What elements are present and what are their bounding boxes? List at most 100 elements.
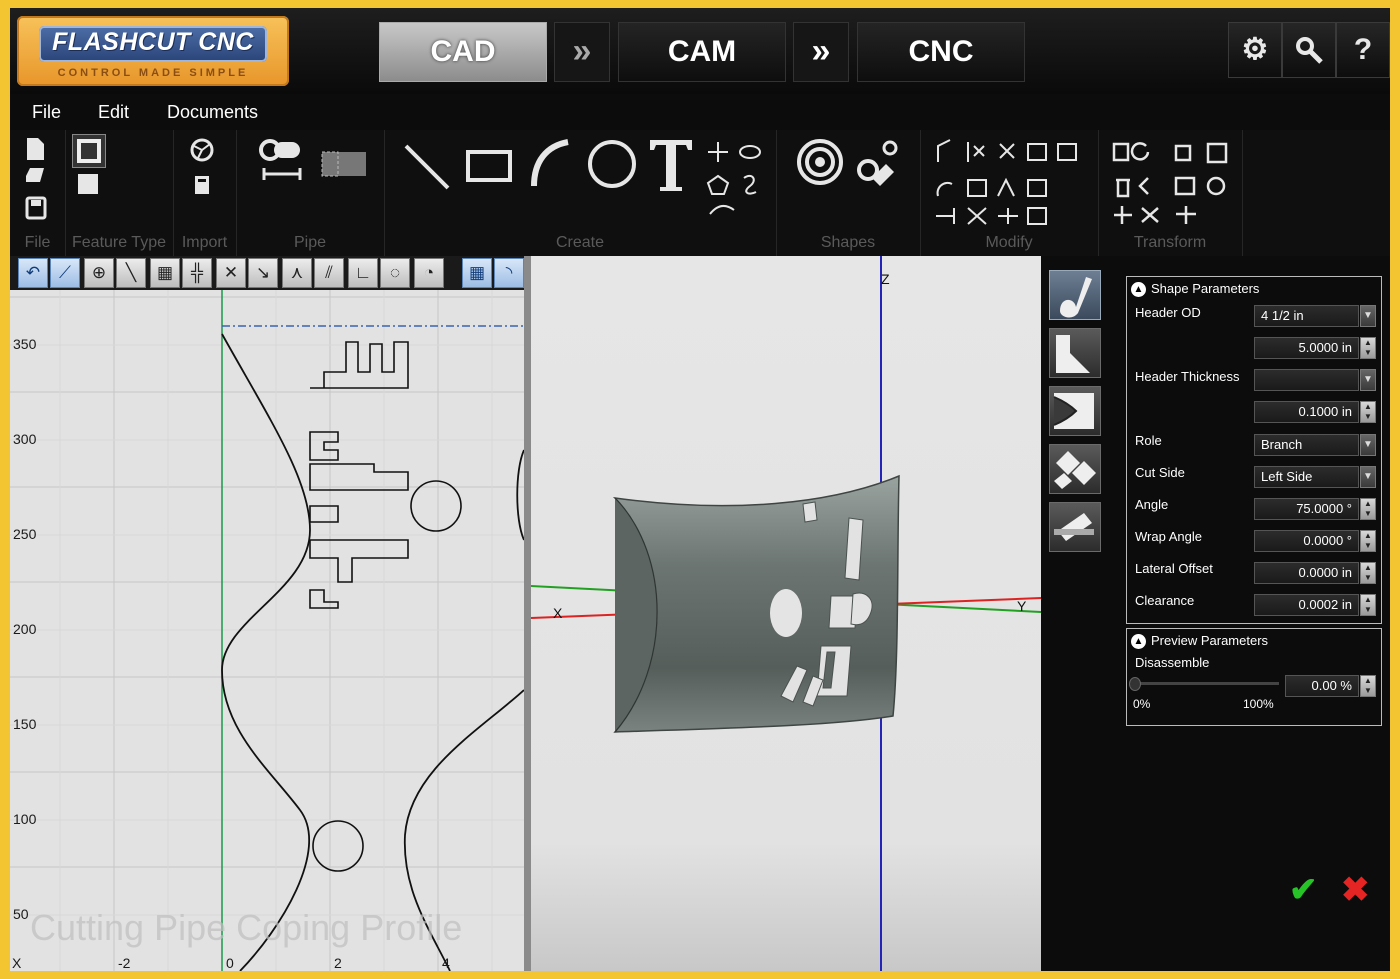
pipe-tool-icon[interactable] [258, 138, 306, 186]
snap-parallel-icon[interactable]: ⫽ [314, 258, 344, 288]
x-tick-label: 2 [334, 955, 342, 971]
wrap-angle-label: Wrap Angle [1135, 529, 1202, 544]
snap-nearest-icon[interactable]: ◔ [414, 258, 444, 288]
shape-saddle-button[interactable] [1049, 270, 1101, 320]
shape-fishmouth-button[interactable] [1049, 386, 1101, 436]
shape-miter-button[interactable] [1049, 328, 1101, 378]
chevron-down-icon[interactable]: ▼ [1360, 466, 1376, 488]
spinner-icon[interactable]: ▲ ▼ [1360, 337, 1376, 359]
slot-icon [1054, 513, 1094, 541]
preview-parameters-header[interactable]: ▲ Preview Parameters [1131, 633, 1268, 650]
settings-gear-icon[interactable]: ⚙ [1228, 22, 1282, 78]
tab-cad[interactable]: CAD [379, 22, 547, 82]
header-od-input[interactable]: 5.0000 in [1254, 337, 1359, 359]
shape-cluster-button[interactable] [1049, 444, 1101, 494]
ok-button[interactable]: ✔ [1289, 870, 1318, 910]
spinner-icon[interactable]: ▲ ▼ [1360, 401, 1376, 423]
text-tool-icon[interactable] [648, 136, 694, 192]
logo-tagline: CONTROL MADE SIMPLE [57, 67, 249, 79]
view-3d-canvas[interactable]: X Y Z [531, 256, 1041, 971]
disassemble-slider-track[interactable] [1133, 682, 1279, 685]
key-icon[interactable] [1282, 22, 1336, 78]
ribbon-group-transform: Transform [1098, 130, 1243, 256]
ribbon-label-pipe: Pipe [293, 234, 327, 251]
view-splitter[interactable] [524, 256, 531, 971]
menu-edit[interactable]: Edit [98, 102, 129, 123]
curve-snap-icon[interactable]: ◝ [494, 258, 524, 288]
chevron-down-icon[interactable]: ▼ [1360, 305, 1376, 327]
cut-side-select[interactable]: Left Side [1254, 466, 1359, 488]
ribbon-group-shapes: Shapes [776, 130, 921, 256]
snap-center-icon[interactable]: ⊕ [84, 258, 114, 288]
shape-slot-button[interactable] [1049, 502, 1101, 552]
spinner-icon[interactable]: ▲ ▼ [1360, 594, 1376, 616]
pipe-profile-icon[interactable] [320, 148, 368, 180]
role-select[interactable]: Branch [1254, 434, 1359, 456]
line-tool-icon[interactable] [402, 142, 452, 192]
pipe-3d-model: X Y Z [531, 256, 1041, 971]
cluster-icon [1054, 451, 1096, 489]
wrap-angle-input[interactable]: 0.0000 ° [1254, 530, 1359, 552]
angle-label: Angle [1135, 497, 1169, 512]
y-tick-label: 150 [13, 716, 37, 732]
snap-orthogonal-icon[interactable]: ∟ [348, 258, 378, 288]
snap-midpoint-icon[interactable]: ⋏ [282, 258, 312, 288]
tab-cnc[interactable]: CNC [857, 22, 1025, 82]
shape-parameters-header[interactable]: ▲ Shape Parameters [1131, 281, 1259, 298]
disassemble-input[interactable]: 0.00 % [1285, 675, 1359, 697]
menu-file[interactable]: File [32, 102, 61, 123]
snap-quadrant-icon[interactable]: ◌ [380, 258, 410, 288]
tab-cam[interactable]: CAM [618, 22, 786, 82]
header-od-select[interactable]: 4 1/2 in [1254, 305, 1359, 327]
closed-feature-button[interactable] [72, 134, 106, 168]
spinner-icon[interactable]: ▲ ▼ [1360, 675, 1376, 697]
snap-line-icon[interactable]: ╲ [116, 258, 146, 288]
ribbon-label-feature-type: Feature Type [72, 234, 166, 251]
disassemble-slider-thumb[interactable] [1129, 677, 1141, 691]
collapse-icon[interactable]: ▲ [1131, 634, 1146, 650]
circle-tool-icon[interactable] [586, 138, 638, 190]
lateral-offset-input[interactable]: 0.0000 in [1254, 562, 1359, 584]
help-button[interactable]: ? [1336, 22, 1390, 78]
header-thickness-select[interactable] [1254, 369, 1359, 391]
spinner-icon[interactable]: ▲ ▼ [1360, 530, 1376, 552]
modify-tool-icons[interactable] [934, 138, 1094, 228]
slider-max-label: 100% [1243, 697, 1274, 711]
header-od-label: Header OD [1135, 305, 1201, 320]
disassemble-label: Disassemble [1135, 655, 1210, 670]
ribbon-label-create: Create [555, 234, 605, 251]
collapse-icon[interactable]: ▲ [1131, 282, 1146, 298]
snap-intersection-icon[interactable]: ✕ [216, 258, 246, 288]
snap-grid-icon[interactable]: ▦ [150, 258, 180, 288]
transform-tool-icons[interactable] [1112, 138, 1232, 228]
snap-arc-icon[interactable]: ↶ [18, 258, 48, 288]
snap-endpoint-icon[interactable]: ↘ [248, 258, 278, 288]
closed-shape-icon [77, 139, 101, 163]
angle-input[interactable]: 75.0000 ° [1254, 498, 1359, 520]
profile-drawing: 350 300 250 200 150 100 50 -2 0 2 4 X Cu… [10, 290, 524, 971]
point-polygon-spline-icons[interactable] [706, 138, 766, 224]
shape-pipe-icon[interactable] [856, 138, 904, 186]
grid-toggle-icon[interactable]: ▦ [462, 258, 492, 288]
key-icon [1296, 37, 1323, 64]
shape-flange-icon[interactable] [796, 138, 844, 186]
cancel-button[interactable]: ✖ [1341, 870, 1370, 910]
snap-perpendicular-icon[interactable]: ╬ [182, 258, 212, 288]
arc-tool-icon[interactable] [526, 138, 572, 190]
spinner-icon[interactable]: ▲ ▼ [1360, 498, 1376, 520]
chevron-down-icon[interactable]: ▼ [1360, 434, 1376, 456]
ribbon-label-modify: Modify [985, 234, 1033, 251]
ribbon-label-shapes: Shapes [820, 234, 876, 251]
axis-y-label: Y [1017, 598, 1027, 614]
x-tick-label: 0 [226, 955, 234, 971]
view-2d-canvas[interactable]: 350 300 250 200 150 100 50 -2 0 2 4 X Cu… [10, 290, 524, 971]
logo-name: FLASHCUT CNC [52, 28, 254, 56]
rectangle-tool-icon[interactable] [464, 148, 514, 184]
menu-documents[interactable]: Documents [167, 102, 258, 123]
chevron-down-icon[interactable]: ▼ [1360, 369, 1376, 391]
clearance-input[interactable]: 0.0002 in [1254, 594, 1359, 616]
spinner-icon[interactable]: ▲ ▼ [1360, 562, 1376, 584]
snap-tangent-icon[interactable]: ⟋ [50, 258, 80, 288]
x-axis-label: X [12, 955, 22, 971]
header-thickness-input[interactable]: 0.1000 in [1254, 401, 1359, 423]
